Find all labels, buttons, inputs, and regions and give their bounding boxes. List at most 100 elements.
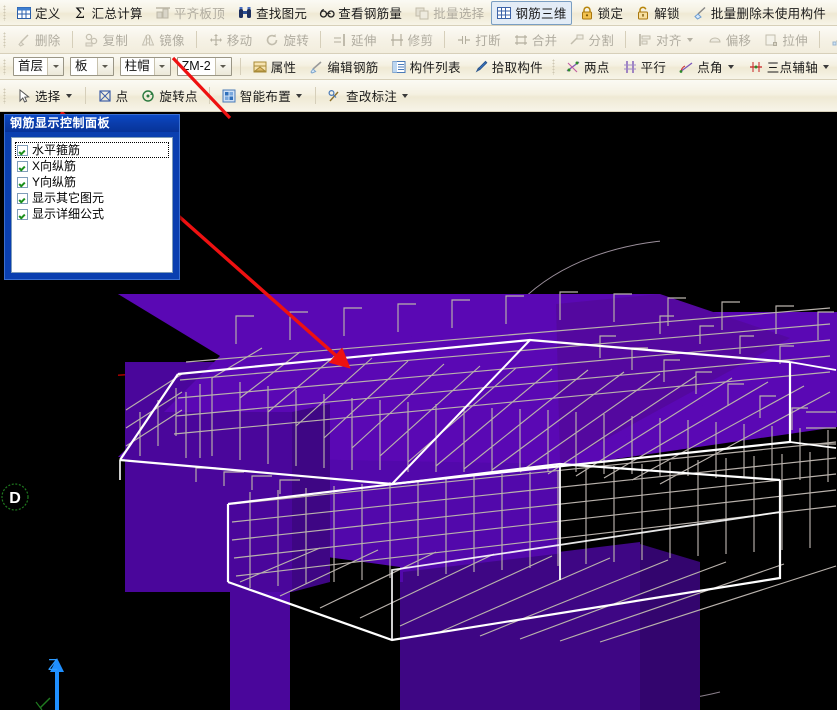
component-list-button[interactable]: 构件列表 [386, 55, 466, 79]
chevron-down-icon[interactable] [65, 93, 72, 98]
point-tool-label: 点 [115, 90, 129, 104]
checkbox-row-show-detailed-formula[interactable]: 显示详细公式 [15, 206, 169, 222]
batch-select-button[interactable]: 批量选择 [409, 1, 489, 25]
extend-button[interactable]: 延伸 [327, 28, 382, 52]
move-button[interactable]: 移动 [203, 28, 258, 52]
chevron-down-icon[interactable] [96, 58, 113, 75]
checkbox-icon[interactable] [17, 208, 28, 220]
checkbox-icon[interactable] [17, 160, 28, 172]
glasses-icon [319, 5, 335, 21]
merge-button[interactable]: 合并 [508, 28, 563, 52]
trim-button[interactable]: 修剪 [384, 28, 439, 52]
flatten-slab-top-button[interactable]: 平齐板顶 [150, 1, 230, 25]
toolbar-grip[interactable] [3, 4, 6, 21]
checkbox-row-show-other-elements[interactable]: 显示其它图元 [15, 190, 169, 206]
select-tool-label: 选择 [35, 90, 61, 104]
chevron-down-icon[interactable] [47, 58, 64, 75]
draw-toolbar: 选择 点 旋转点 智能布置 查改标注 [0, 80, 837, 112]
rebar-display-control-panel[interactable]: 钢筋显示控制面板 水平箍筋 X向纵筋 Y向纵筋 显示其它图元 显示详细公式 [4, 114, 180, 280]
edit-annotation-dropdown[interactable]: 查改标注 [322, 84, 415, 108]
rotate-point-icon [140, 88, 156, 104]
pick-component-button[interactable]: 拾取构件 [468, 55, 548, 79]
edit-rebar-icon [308, 59, 324, 75]
toolbar-region: 定义 Σ 汇总计算 平齐板顶 查找图元 查看钢筋量 批量选择 钢筋三维 锁定 解… [0, 0, 837, 112]
find-element-button[interactable]: 查找图元 [232, 1, 312, 25]
checkbox-row-horizontal-stirrup[interactable]: 水平箍筋 [15, 142, 169, 158]
checkbox-row-y-longitudinal[interactable]: Y向纵筋 [15, 174, 169, 190]
toolbar-separator [195, 31, 197, 48]
unlock-icon [635, 5, 651, 21]
checkbox-icon[interactable] [17, 192, 28, 204]
checkbox-icon[interactable] [17, 144, 28, 156]
parallel-icon [622, 59, 638, 75]
checkbox-row-x-longitudinal[interactable]: X向纵筋 [15, 158, 169, 174]
z-axis-label: Z [48, 657, 58, 674]
checkbox-label: 水平箍筋 [32, 142, 81, 157]
point-angle-dropdown[interactable]: 点角 [673, 55, 741, 79]
chevron-down-icon[interactable] [686, 37, 693, 42]
chevron-down-icon[interactable] [402, 93, 409, 98]
floor-select-value: 首层 [18, 59, 44, 73]
parallel-button[interactable]: 平行 [617, 55, 672, 79]
rotate-icon [264, 32, 280, 48]
svg-text:Σ: Σ [75, 6, 85, 21]
break-icon [456, 32, 472, 48]
edit-rebar-button[interactable]: 编辑钢筋 [303, 55, 383, 79]
category-select[interactable]: 板 [70, 57, 114, 76]
extend-label: 延伸 [351, 34, 377, 48]
delete-button[interactable]: 删除 [11, 28, 66, 52]
rotate-button[interactable]: 旋转 [259, 28, 314, 52]
toolbar-grip[interactable] [3, 87, 6, 104]
component-toolbar: 首层 板 柱帽 ZM-2 属性 编辑钢筋 构件列表 拾取构件 两点 平行 点角 … [0, 54, 837, 80]
panel-option-list[interactable]: 水平箍筋 X向纵筋 Y向纵筋 显示其它图元 显示详细公式 [11, 137, 173, 273]
stretch-button[interactable]: 拉伸 [758, 28, 813, 52]
mirror-button[interactable]: 镜像 [135, 28, 190, 52]
point-tool-button[interactable]: 点 [92, 84, 134, 108]
toolbar-separator [208, 87, 210, 104]
unlock-button[interactable]: 解锁 [630, 1, 685, 25]
checkbox-label: 显示其它图元 [32, 190, 105, 205]
chevron-down-icon[interactable] [727, 64, 734, 69]
checkbox-label: X向纵筋 [32, 158, 77, 173]
floor-select[interactable]: 首层 [13, 57, 65, 76]
component-type-select[interactable]: 柱帽 [119, 57, 171, 76]
split-label: 分割 [588, 34, 615, 48]
three-point-axis-dropdown[interactable]: 三点辅轴 [743, 55, 836, 79]
cursor-icon [16, 88, 32, 104]
component-list-label: 构件列表 [409, 61, 461, 75]
offset-button[interactable]: 偏移 [702, 28, 757, 52]
set-grip-button[interactable]: 设置夹点 [826, 28, 837, 52]
lock-button[interactable]: 锁定 [574, 1, 629, 25]
break-button[interactable]: 打断 [451, 28, 506, 52]
checkbox-icon[interactable] [17, 176, 28, 188]
split-button[interactable]: 分割 [564, 28, 619, 52]
define-label: 定义 [35, 7, 61, 21]
summary-calc-label: 汇总计算 [91, 7, 143, 21]
smart-layout-dropdown[interactable]: 智能布置 [216, 84, 309, 108]
rebar-3d-toggle[interactable]: 钢筋三维 [491, 0, 572, 25]
properties-button[interactable]: 属性 [247, 55, 302, 79]
batch-select-label: 批量选择 [433, 7, 485, 21]
two-point-button[interactable]: 两点 [560, 55, 615, 79]
summary-calc-button[interactable]: Σ 汇总计算 [68, 1, 148, 25]
copy-button[interactable]: 复制 [79, 28, 134, 52]
category-select-value: 板 [75, 59, 88, 73]
toolbar-grip[interactable] [551, 58, 555, 75]
define-button[interactable]: 定义 [11, 1, 66, 25]
chevron-down-icon[interactable] [153, 58, 170, 75]
edit-toolbar: 删除 复制 镜像 移动 旋转 延伸 修剪 打断 合并 分割 对齐 偏移 拉伸 [0, 26, 837, 54]
chevron-down-icon[interactable] [296, 93, 303, 98]
component-name-select[interactable]: ZM-2 [176, 57, 232, 76]
rotate-point-button[interactable]: 旋转点 [135, 84, 202, 108]
toolbar-grip[interactable] [3, 58, 6, 75]
chevron-down-icon[interactable] [823, 64, 829, 69]
smart-layout-icon [221, 88, 237, 104]
view-rebar-qty-button[interactable]: 查看钢筋量 [314, 1, 407, 25]
toolbar-grip[interactable] [3, 31, 6, 48]
chevron-down-icon[interactable] [214, 58, 231, 75]
toolbar-separator [239, 58, 241, 75]
batch-delete-unused-button[interactable]: 批量删除未使用构件 [687, 1, 831, 25]
align-dropdown[interactable]: 对齐 [632, 28, 700, 52]
select-tool-dropdown[interactable]: 选择 [11, 84, 79, 108]
unlock-label: 解锁 [654, 7, 680, 21]
